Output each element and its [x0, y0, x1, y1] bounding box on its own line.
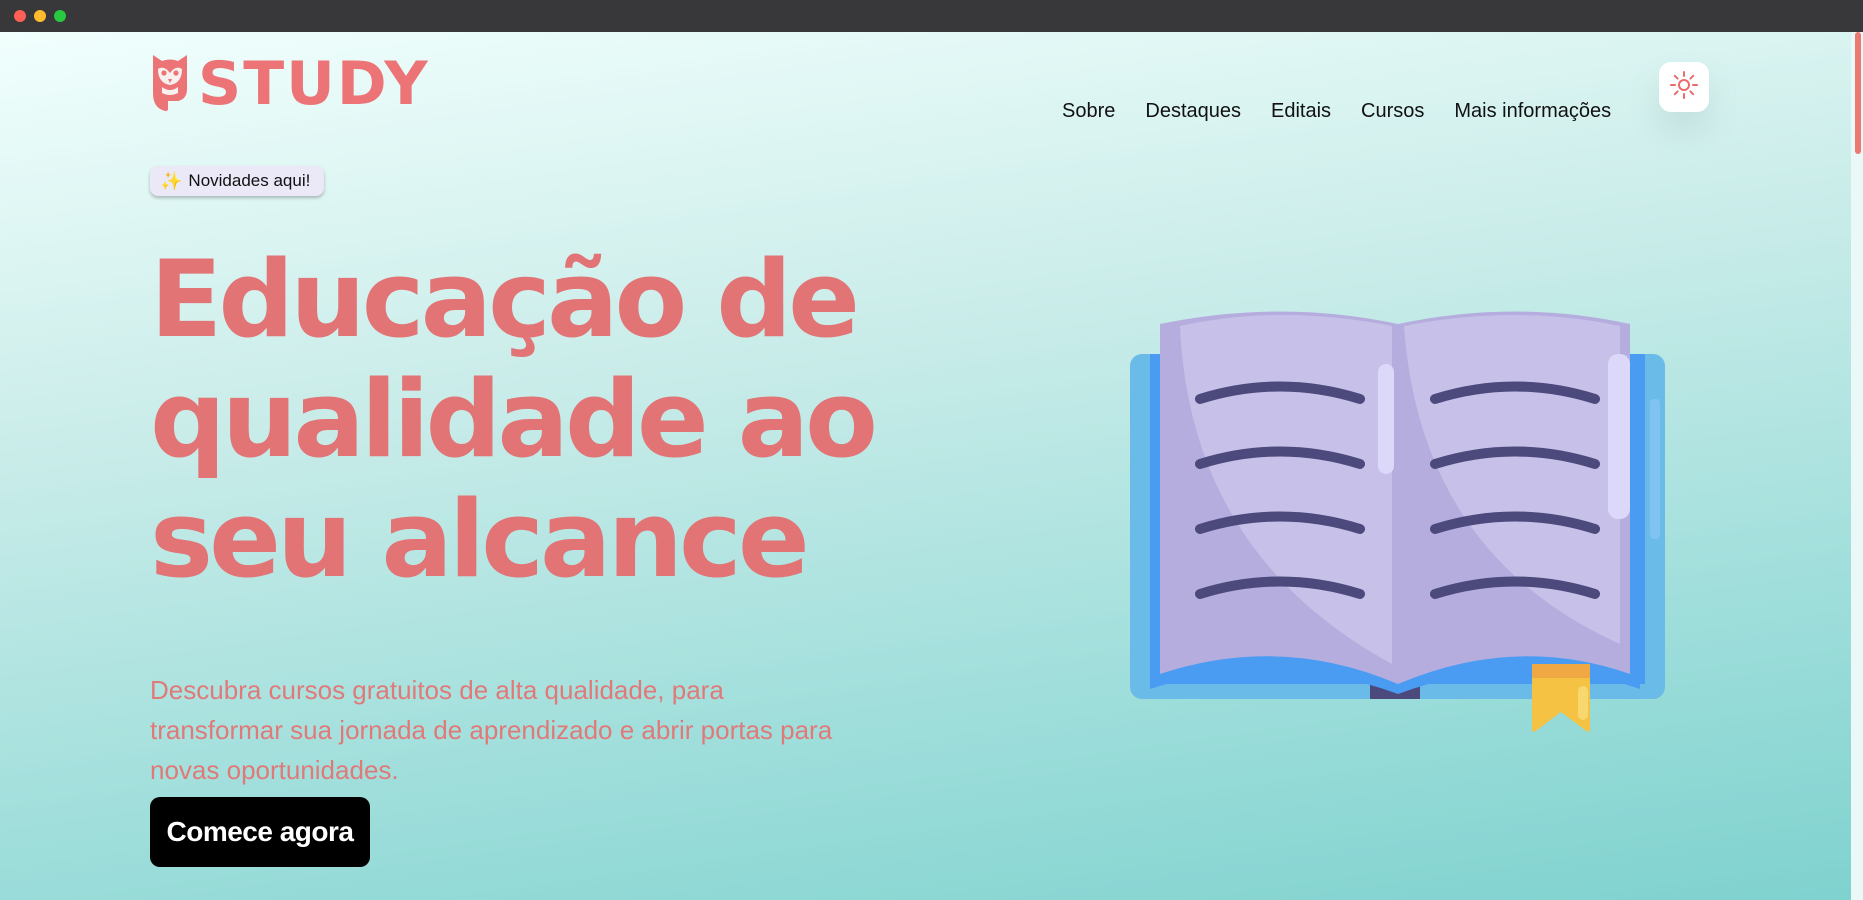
close-window-button[interactable] — [14, 10, 26, 22]
page-scrollbar[interactable] — [1851, 32, 1863, 900]
landing-page: STUDY Sobre Destaques Editais Cursos Mai… — [0, 32, 1863, 900]
hero-title: Educação de qualidade ao seu alcance — [150, 240, 910, 600]
brand-logo[interactable]: STUDY — [150, 54, 430, 114]
nav-item-cursos[interactable]: Cursos — [1361, 100, 1424, 123]
window-title-bar — [0, 0, 1863, 32]
hero-title-line: seu alcance — [150, 478, 810, 601]
scrollbar-thumb[interactable] — [1855, 32, 1861, 154]
news-badge[interactable]: ✨ Novidades aqui! — [150, 166, 325, 196]
sparkles-icon: ✨ — [160, 170, 183, 191]
open-book-icon — [1130, 304, 1665, 734]
nav-item-editais[interactable]: Editais — [1271, 100, 1331, 123]
hero-title-line: qualidade ao — [150, 358, 878, 481]
nav-item-mais-informacoes[interactable]: Mais informações — [1454, 100, 1611, 123]
start-now-button[interactable]: Comece agora — [150, 797, 370, 867]
hero-title-line: Educação de — [150, 238, 860, 361]
maximize-window-button[interactable] — [54, 10, 66, 22]
theme-toggle-button[interactable] — [1659, 62, 1709, 112]
minimize-window-button[interactable] — [34, 10, 46, 22]
brand-name: STUDY — [198, 49, 430, 119]
main-nav: Sobre Destaques Editais Cursos Mais info… — [1062, 100, 1611, 123]
owl-logo-icon — [150, 53, 190, 116]
nav-item-destaques[interactable]: Destaques — [1145, 100, 1241, 123]
hero-subtitle: Descubra cursos gratuitos de alta qualid… — [150, 675, 833, 785]
news-badge-label: Novidades aqui! — [188, 171, 311, 190]
sun-icon — [1669, 70, 1699, 105]
nav-item-sobre[interactable]: Sobre — [1062, 100, 1115, 123]
